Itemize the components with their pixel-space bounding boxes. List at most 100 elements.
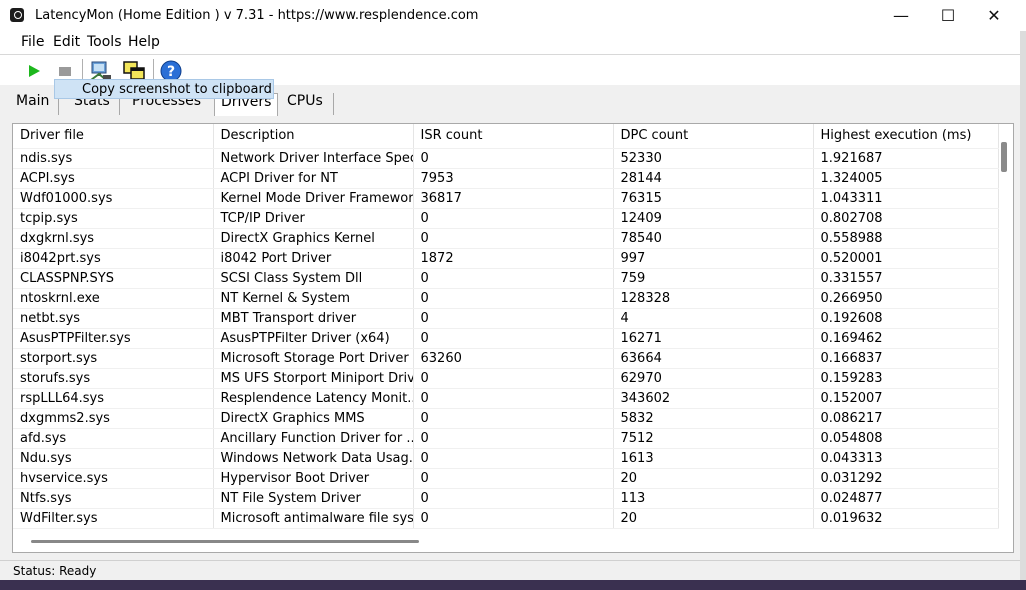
cell-highest-execution: 1.921687 [813,148,999,169]
cell-driver-file: ntoskrnl.exe [13,288,214,309]
minimize-button[interactable]: — [878,0,924,31]
cell-description: Ancillary Function Driver for ... [213,428,414,449]
column-header-isr-count[interactable]: ISR count [413,124,614,149]
cell-highest-execution: 0.169462 [813,328,999,349]
cell-isr-count: 0 [413,428,614,449]
svg-text:?: ? [167,64,175,80]
cell-isr-count: 0 [413,488,614,509]
cell-description: Microsoft Storage Port Driver [213,348,414,369]
table-row[interactable]: CLASSPNP.SYS SCSI Class System Dll 0 759 0.3… [13,268,999,289]
cell-dpc-count: 20 [613,508,814,529]
cell-driver-file: storport.sys [13,348,214,369]
status-bar: Status: Ready [0,560,1020,581]
cell-isr-count: 1872 [413,248,614,269]
cell-dpc-count: 52330 [613,148,814,169]
table-row[interactable]: WdFilter.sys Microsoft antimalware file s… [13,508,999,529]
cell-isr-count: 36817 [413,188,614,209]
cell-description: TCP/IP Driver [213,208,414,229]
cell-isr-count: 0 [413,328,614,349]
cell-highest-execution: 0.520001 [813,248,999,269]
cell-dpc-count: 16271 [613,328,814,349]
close-button[interactable]: ✕ [971,0,1017,31]
menu-bar: File Edit Tools Help [0,31,1026,53]
cell-driver-file: netbt.sys [13,308,214,329]
minimize-icon: — [893,6,909,25]
tab-cpus[interactable]: CPUs [281,93,329,115]
tab-separator [333,93,334,115]
menu-tools[interactable]: Tools [87,34,122,50]
stop-icon [59,67,71,76]
start-button[interactable] [21,59,47,83]
table-row[interactable]: dxgmms2.sys DirectX Graphics MMS 0 5832 0.08… [13,408,999,429]
cell-driver-file: afd.sys [13,428,214,449]
cell-driver-file: CLASSPNP.SYS [13,268,214,289]
cell-isr-count: 0 [413,468,614,489]
column-header-dpc-count[interactable]: DPC count [613,124,814,149]
cell-driver-file: dxgmms2.sys [13,408,214,429]
column-header-highest-execution[interactable]: Highest execution (ms) [813,124,999,149]
cell-highest-execution: 0.558988 [813,228,999,249]
cell-dpc-count: 28144 [613,168,814,189]
vertical-scrollbar-thumb[interactable] [1001,142,1007,172]
cell-dpc-count: 343602 [613,388,814,409]
cell-isr-count: 0 [413,148,614,169]
cell-description: AsusPTPFilter Driver (x64) [213,328,414,349]
toolbar-separator [82,59,83,81]
latencymon-app-icon [10,8,24,22]
table-row[interactable]: netbt.sys MBT Transport driver 0 4 0.192608 [13,308,999,329]
tab-main[interactable]: Main [10,93,55,115]
column-header-driver-file[interactable]: Driver file [13,124,214,149]
cell-isr-count: 0 [413,388,614,409]
cell-isr-count: 0 [413,508,614,529]
cell-highest-execution: 0.054808 [813,428,999,449]
title-bar: LatencyMon (Home Edition ) v 7.31 - http… [0,0,1026,31]
table-row[interactable]: dxgkrnl.sys DirectX Graphics Kernel 0 78540… [13,228,999,249]
cell-highest-execution: 0.043313 [813,448,999,469]
table-row[interactable]: i8042prt.sys i8042 Port Driver 1872 997 0.52… [13,248,999,269]
table-row[interactable]: ndis.sys Network Driver Interface Speci..… [13,148,999,169]
cell-driver-file: hvservice.sys [13,468,214,489]
cell-isr-count: 0 [413,288,614,309]
cell-isr-count: 0 [413,448,614,469]
cell-driver-file: Wdf01000.sys [13,188,214,209]
cell-dpc-count: 62970 [613,368,814,389]
cell-dpc-count: 5832 [613,408,814,429]
table-row[interactable]: rspLLL64.sys Resplendence Latency Monit..… [13,388,999,409]
cell-description: MS UFS Storport Miniport Driver [213,368,414,389]
drivers-grid: Driver file Description ISR count DPC co… [12,123,1014,553]
horizontal-scrollbar-thumb[interactable] [31,540,419,543]
table-row[interactable]: Ndu.sys Windows Network Data Usag... 0 1613… [13,448,999,469]
cell-driver-file: rspLLL64.sys [13,388,214,409]
table-row[interactable]: storufs.sys MS UFS Storport Miniport Driv… [13,368,999,389]
cell-dpc-count: 128328 [613,288,814,309]
cell-description: SCSI Class System Dll [213,268,414,289]
menu-edit[interactable]: Edit [53,34,80,50]
desktop-background-strip [0,580,1026,590]
table-row[interactable]: afd.sys Ancillary Function Driver for ...… [13,428,999,449]
table-row[interactable]: AsusPTPFilter.sys AsusPTPFilter Driver (x… [13,328,999,349]
cell-description: Kernel Mode Driver Framewor... [213,188,414,209]
cell-description: DirectX Graphics Kernel [213,228,414,249]
cell-driver-file: i8042prt.sys [13,248,214,269]
status-text: Status: Ready [13,564,97,578]
table-row[interactable]: ntoskrnl.exe NT Kernel & System 0 128328 0.2… [13,288,999,309]
cell-isr-count: 7953 [413,168,614,189]
maximize-button[interactable]: ☐ [925,0,971,31]
cell-highest-execution: 0.019632 [813,508,999,529]
cell-highest-execution: 0.802708 [813,208,999,229]
table-row[interactable]: ACPI.sys ACPI Driver for NT 7953 28144 1.324… [13,168,999,189]
table-row[interactable]: tcpip.sys TCP/IP Driver 0 12409 0.802708 [13,208,999,229]
table-row[interactable]: storport.sys Microsoft Storage Port Drive… [13,348,999,369]
cell-description: NT Kernel & System [213,288,414,309]
cell-driver-file: WdFilter.sys [13,508,214,529]
cell-highest-execution: 0.192608 [813,308,999,329]
cell-description: i8042 Port Driver [213,248,414,269]
table-row[interactable]: hvservice.sys Hypervisor Boot Driver 0 20 0.… [13,468,999,489]
table-row[interactable]: Ntfs.sys NT File System Driver 0 113 0.02487… [13,488,999,509]
menu-file[interactable]: File [21,34,44,50]
cell-highest-execution: 0.031292 [813,468,999,489]
menu-help[interactable]: Help [128,34,160,50]
table-row[interactable]: Wdf01000.sys Kernel Mode Driver Framewor.… [13,188,999,209]
column-header-description[interactable]: Description [213,124,414,149]
close-icon: ✕ [987,6,1001,25]
